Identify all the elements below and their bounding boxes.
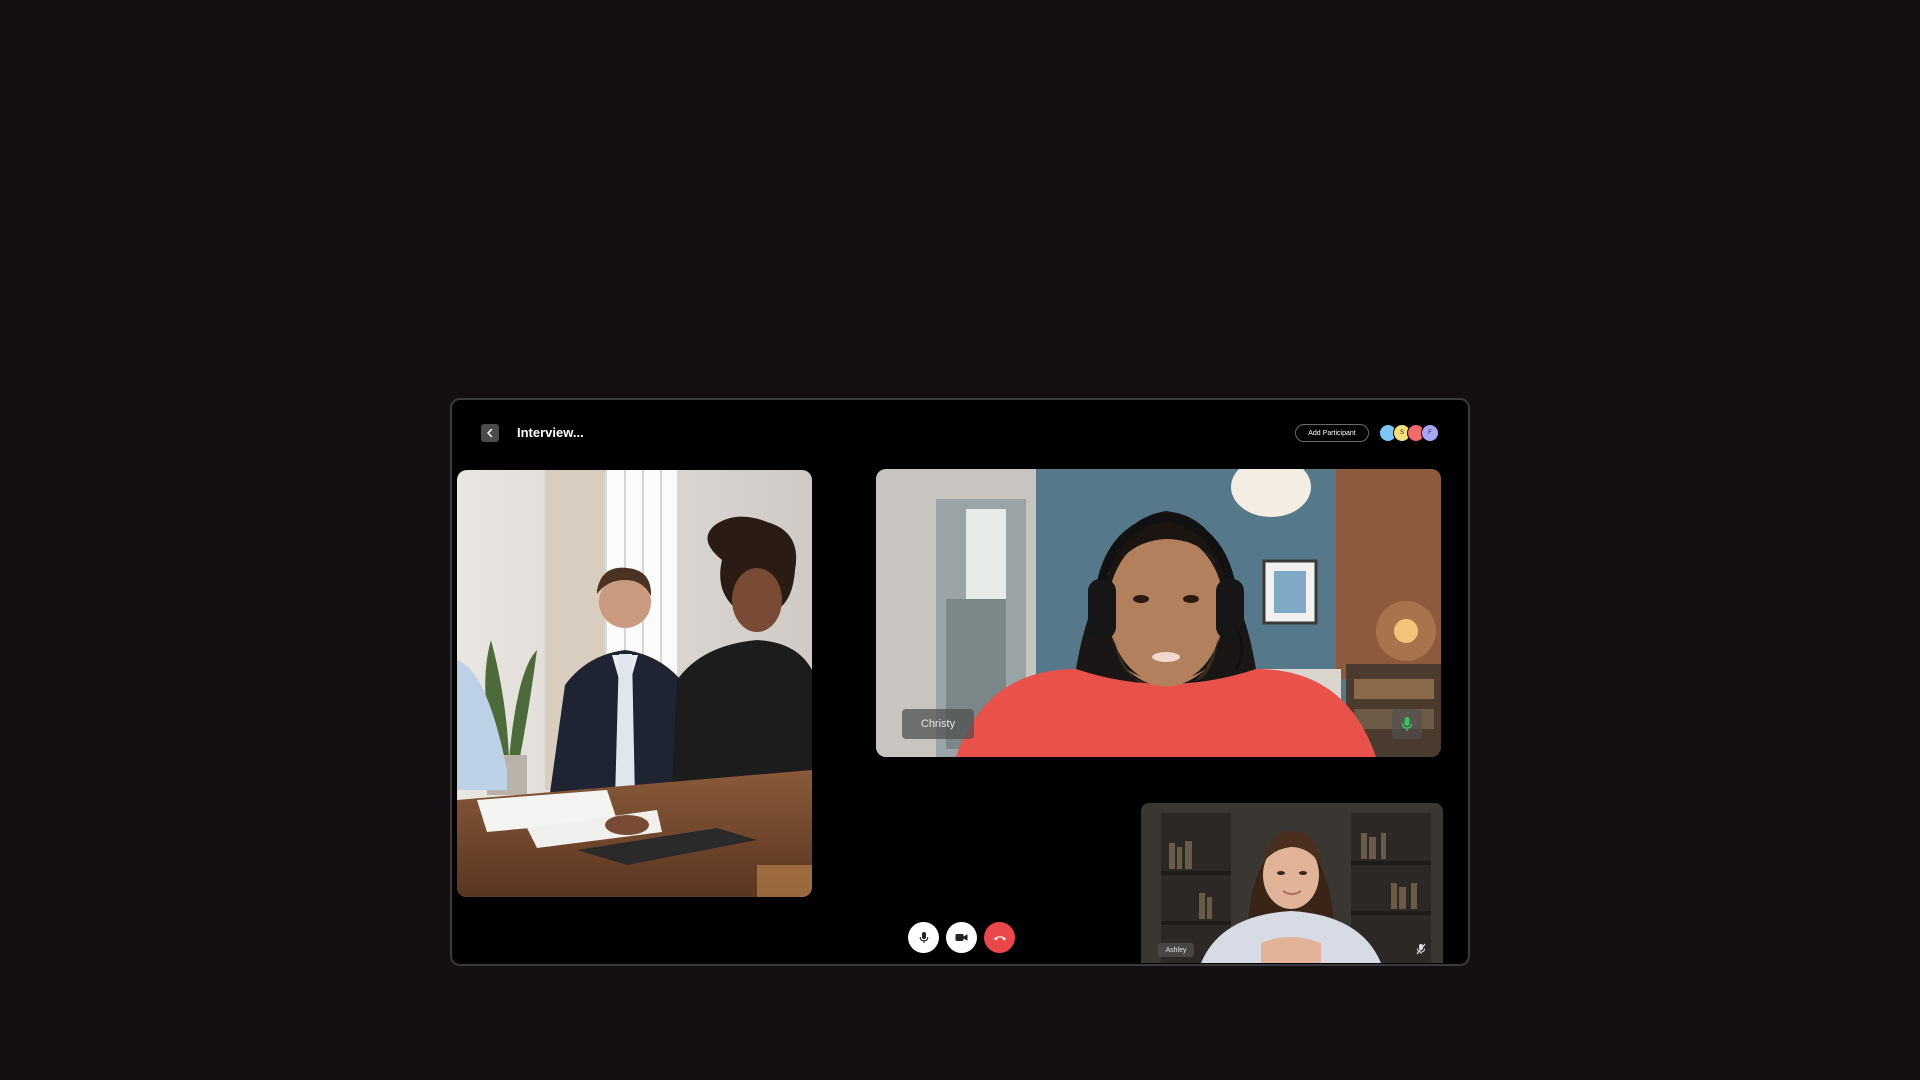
camera-toggle-button[interactable] [946,922,977,953]
avatar[interactable]: F [1421,424,1439,442]
meeting-title: Interview... [517,425,584,440]
mic-muted-icon [1416,943,1426,955]
small-video-feed [1141,803,1443,963]
video-call-window: Interview... Add Participant S F Christy… [450,398,1470,966]
participant-avatars[interactable]: S F [1379,424,1449,442]
participant-name-tag: Christy [902,709,974,739]
video-camera-icon [955,934,968,941]
video-tile-main[interactable]: Christy [876,469,1441,757]
add-participant-button[interactable]: Add Participant [1295,424,1369,442]
back-button[interactable] [481,424,499,442]
chevron-left-icon [487,428,493,438]
end-call-button[interactable] [984,922,1015,953]
video-tile-small[interactable]: Ashley [1141,803,1443,963]
participant-name-tag: Ashley [1158,943,1194,957]
hang-up-icon [993,935,1006,940]
video-tile-group[interactable] [457,470,812,897]
group-video-feed [457,470,812,897]
avatar-initial: F [1428,430,1432,436]
mic-toggle-button[interactable] [908,922,939,953]
avatar-initial: S [1399,430,1404,436]
mic-status [1392,709,1422,739]
mic-status [1413,941,1429,957]
mic-active-icon [1401,717,1413,731]
microphone-icon [919,932,928,943]
